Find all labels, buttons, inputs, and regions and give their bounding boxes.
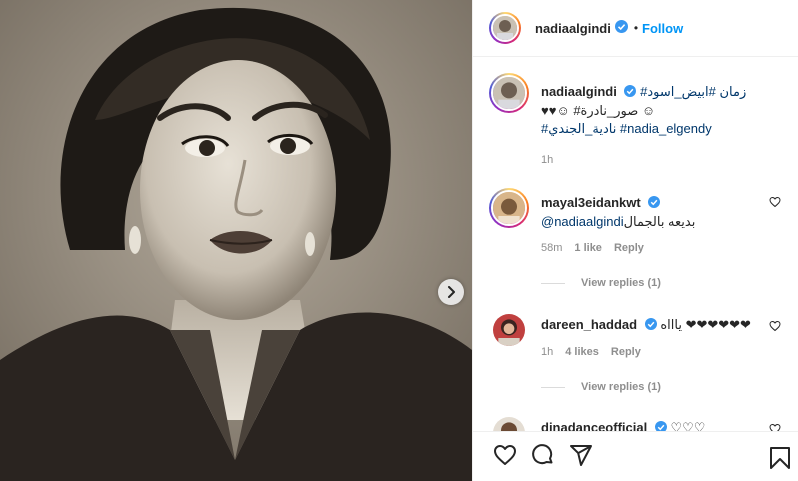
heart-icon	[769, 423, 781, 431]
caption-username[interactable]: nadiaalgindi	[541, 84, 617, 99]
portrait-image	[0, 0, 472, 481]
comment-row: mayal3eidankwt @nadiaalgindiبديعه بالجما…	[489, 188, 789, 278]
comments-list[interactable]: nadiaalgindi زمان #ابيض_اسود# ☺ صور_نادر…	[473, 57, 798, 431]
heart-icon	[769, 196, 781, 208]
follow-button[interactable]: Follow	[642, 21, 683, 36]
commenter-avatar[interactable]	[489, 188, 529, 228]
comment-button[interactable]	[531, 443, 555, 470]
post-modal: nadiaalgindi • Follow nadiaalgindi زمان …	[0, 0, 798, 481]
author-avatar[interactable]	[489, 73, 529, 113]
comment-like-button[interactable]	[769, 196, 781, 211]
comment-timestamp[interactable]: 58m	[541, 242, 562, 254]
comment-timestamp[interactable]: 1h	[541, 346, 553, 358]
post-side-panel: nadiaalgindi • Follow nadiaalgindi زمان …	[472, 0, 798, 481]
comment-likes[interactable]: 4 likes	[565, 346, 599, 358]
view-replies-button[interactable]: View replies (1)	[541, 277, 661, 289]
verified-badge-icon	[614, 20, 628, 36]
comment-icon	[532, 444, 553, 465]
verified-badge-icon	[654, 420, 667, 431]
author-username[interactable]: nadiaalgindi	[535, 21, 611, 36]
comment-username[interactable]: dareen_haddad	[541, 317, 637, 332]
comment-text: ❤❤❤❤❤❤ ياااه	[660, 317, 751, 332]
comment-like-button[interactable]	[769, 423, 781, 431]
commenter-avatar[interactable]	[493, 314, 525, 346]
verified-badge-icon	[648, 195, 661, 213]
comment-reply-button[interactable]: Reply	[614, 242, 644, 254]
separator-dot: •	[633, 21, 639, 35]
comment-text: بديعه بالجمال	[623, 213, 696, 229]
view-replies-label: View replies (1)	[581, 381, 661, 393]
heart-icon	[494, 445, 516, 465]
comment-username[interactable]: mayal3eidankwt	[541, 195, 641, 210]
author-avatar[interactable]	[489, 12, 521, 44]
caption-row: nadiaalgindi زمان #ابيض_اسود# ☺ صور_نادر…	[489, 73, 789, 183]
verified-badge-icon	[624, 84, 637, 102]
avatar-image	[493, 77, 525, 109]
view-replies-button[interactable]: View replies (1)	[541, 381, 661, 393]
avatar-image	[493, 417, 525, 431]
post-header: nadiaalgindi • Follow	[473, 0, 798, 57]
comment-username[interactable]: dinadanceofficial	[541, 420, 647, 431]
share-button[interactable]	[569, 443, 593, 470]
verified-badge-icon	[644, 317, 657, 335]
bookmark-icon	[770, 447, 790, 469]
post-photo[interactable]	[0, 0, 472, 481]
action-bar	[473, 431, 798, 481]
avatar-image	[493, 192, 525, 224]
caption-text-line1[interactable]: زمان #ابيض_اسود#	[640, 84, 746, 99]
next-photo-button[interactable]	[438, 279, 464, 305]
comment-mention[interactable]: @nadiaalgindi	[541, 214, 624, 229]
caption-timestamp[interactable]: 1h	[541, 154, 553, 166]
comment-row: dareen_haddad ❤❤❤❤❤❤ ياااه 1h 4 likes Re…	[489, 314, 789, 384]
comment-row: dinadanceofficial ♡♡♡	[489, 417, 789, 431]
share-icon	[570, 445, 592, 466]
avatar-image	[493, 16, 517, 40]
like-button[interactable]	[493, 443, 517, 470]
commenter-avatar[interactable]	[493, 417, 525, 431]
chevron-right-icon	[448, 286, 455, 298]
view-replies-label: View replies (1)	[581, 277, 661, 289]
comment-like-button[interactable]	[769, 320, 781, 335]
caption-text-line2[interactable]: ☺ صور_نادرة# ☺♥♥	[541, 102, 767, 120]
heart-icon	[769, 320, 781, 332]
avatar-image	[493, 314, 525, 346]
comment-text: ♡♡♡	[670, 420, 706, 431]
save-button[interactable]	[769, 446, 791, 473]
caption-text-line3[interactable]: #نادية_الجندي #nadia_elgendy	[541, 120, 767, 138]
comment-likes[interactable]: 1 like	[574, 242, 602, 254]
comment-reply-button[interactable]: Reply	[611, 346, 641, 358]
